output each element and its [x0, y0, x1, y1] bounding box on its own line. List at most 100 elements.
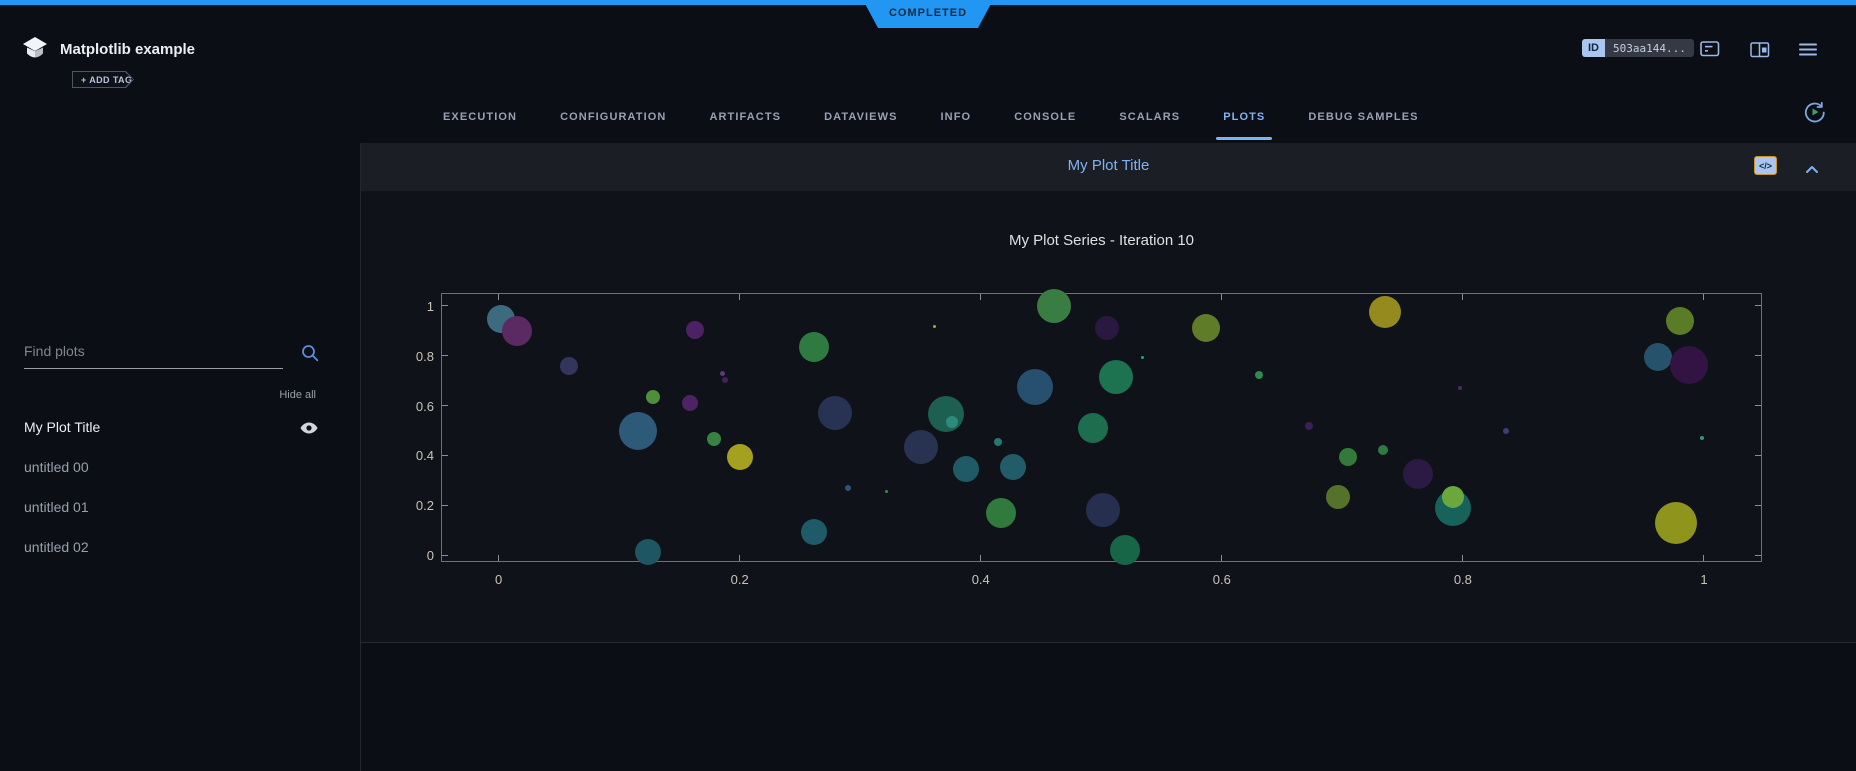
plot-item-label[interactable]: untitled 02: [24, 539, 89, 555]
scatter-point: [1078, 413, 1108, 443]
tab-console[interactable]: CONSOLE: [1014, 112, 1076, 123]
hamburger-menu-icon[interactable]: [1799, 43, 1817, 61]
x-tick-label: 0.8: [1438, 572, 1488, 587]
y-tick-label: 0.4: [392, 448, 434, 463]
y-tick-mark: [442, 455, 448, 456]
scatter-point: [707, 432, 721, 446]
search-icon[interactable]: [300, 343, 320, 368]
y-tick-mark: [442, 405, 448, 406]
y-tick-mark: [1755, 405, 1761, 406]
scatter-point: [933, 325, 936, 328]
x-tick-mark: [498, 555, 499, 561]
scatter-point: [1037, 289, 1071, 323]
plot-list-item[interactable]: untitled 02: [0, 527, 361, 567]
plot-list-item[interactable]: untitled 00: [0, 447, 361, 487]
plot-list-item[interactable]: untitled 01: [0, 487, 361, 527]
scatter-point: [1339, 448, 1357, 466]
experiment-id-chip[interactable]: ID 503aa144...: [1582, 39, 1694, 57]
tab-dataviews[interactable]: DATAVIEWS: [824, 112, 897, 123]
scatter-point: [799, 332, 829, 362]
scatter-point: [1378, 445, 1388, 455]
scatter-point: [1110, 535, 1140, 565]
experiment-title: Matplotlib example: [60, 41, 195, 58]
scatter-point: [801, 519, 827, 545]
scatter-point: [1192, 314, 1220, 342]
scatter-point: [682, 395, 698, 411]
scatter-point: [1655, 502, 1697, 544]
visibility-eye-icon[interactable]: [300, 421, 318, 439]
collapse-chevron-up-icon[interactable]: [1805, 161, 1819, 179]
layout-panel-icon[interactable]: [1750, 42, 1770, 63]
tab-execution[interactable]: EXECUTION: [443, 112, 517, 123]
scatter-point: [1369, 296, 1401, 328]
scatter-point: [1099, 360, 1133, 394]
y-tick-label: 0.6: [392, 399, 434, 414]
source-code-icon[interactable]: </>: [1754, 156, 1777, 175]
scatter-point: [1255, 371, 1263, 379]
x-tick-label: 0.4: [956, 572, 1006, 587]
chart-title: My Plot Series - Iteration 10: [441, 232, 1762, 249]
hide-all-button[interactable]: Hide all: [279, 389, 316, 401]
y-tick-label: 1: [392, 299, 434, 314]
scatter-point: [986, 498, 1016, 528]
status-badge: COMPLETED: [863, 0, 993, 28]
y-tick-mark: [1755, 455, 1761, 456]
y-tick-mark: [442, 505, 448, 506]
plot-frame[interactable]: 00.20.40.60.8100.20.40.60.81: [441, 293, 1762, 562]
plot-panel-title: My Plot Title: [361, 157, 1856, 174]
x-tick-mark: [1462, 294, 1463, 300]
tab-plots[interactable]: PLOTS: [1223, 112, 1265, 123]
auto-refresh-icon[interactable]: [1802, 99, 1828, 125]
search-input[interactable]: [24, 339, 283, 369]
y-tick-mark: [1755, 555, 1761, 556]
logo-diamond: [23, 37, 47, 51]
tab-info[interactable]: INFO: [941, 112, 972, 123]
y-tick-mark: [1755, 305, 1761, 306]
y-tick-label: 0.2: [392, 498, 434, 513]
scatter-point: [1503, 428, 1509, 434]
x-tick-mark: [739, 555, 740, 561]
y-tick-mark: [442, 555, 448, 556]
plot-item-label[interactable]: My Plot Title: [24, 419, 100, 435]
x-tick-mark: [1703, 555, 1704, 561]
comment-icon[interactable]: [1700, 41, 1720, 63]
y-tick-mark: [442, 305, 448, 306]
scatter-point: [953, 456, 979, 482]
tab-scalars[interactable]: SCALARS: [1119, 112, 1180, 123]
scatter-point: [1141, 356, 1144, 359]
scatter-point: [720, 371, 725, 376]
tab-bar: EXECUTION CONFIGURATION ARTIFACTS DATAVIEWS…: [443, 112, 1419, 123]
scatter-point: [885, 490, 888, 493]
scatter-point: [994, 438, 1002, 446]
app-logo-icon[interactable]: [22, 36, 48, 63]
scatter-point: [619, 412, 657, 450]
x-tick-label: 1: [1679, 572, 1729, 587]
plots-sidebar: Hide all My Plot Title untitled 00 untitle…: [0, 143, 361, 771]
tab-configuration[interactable]: CONFIGURATION: [560, 112, 666, 123]
scatter-point: [686, 321, 704, 339]
tab-artifacts[interactable]: ARTIFACTS: [709, 112, 781, 123]
scatter-point: [1644, 343, 1672, 371]
plot-panel-header: My Plot Title </>: [361, 143, 1856, 191]
plot-item-label[interactable]: untitled 01: [24, 499, 89, 515]
add-tag-label: + ADD TAG: [73, 72, 133, 87]
x-tick-mark: [1221, 555, 1222, 561]
plot-list-item[interactable]: My Plot Title: [0, 407, 361, 447]
plot-item-label[interactable]: untitled 00: [24, 459, 89, 475]
x-tick-mark: [980, 555, 981, 561]
scatter-point: [1017, 369, 1053, 405]
plot-canvas-area: My Plot Series - Iteration 10 00.20.40.6…: [361, 191, 1856, 643]
scatter-point: [1403, 459, 1433, 489]
scatter-point: [818, 396, 852, 430]
scatter-point: [1000, 454, 1026, 480]
scatter-point: [1086, 493, 1120, 527]
add-tag-button[interactable]: + ADD TAG: [72, 71, 134, 88]
scatter-point: [928, 396, 964, 432]
scatter-point: [1666, 307, 1694, 335]
x-tick-mark: [498, 294, 499, 300]
x-tick-mark: [1703, 294, 1704, 300]
id-label: ID: [1582, 39, 1605, 57]
x-tick-mark: [739, 294, 740, 300]
scatter-point: [502, 316, 532, 346]
tab-debug-samples[interactable]: DEBUG SAMPLES: [1308, 112, 1418, 123]
